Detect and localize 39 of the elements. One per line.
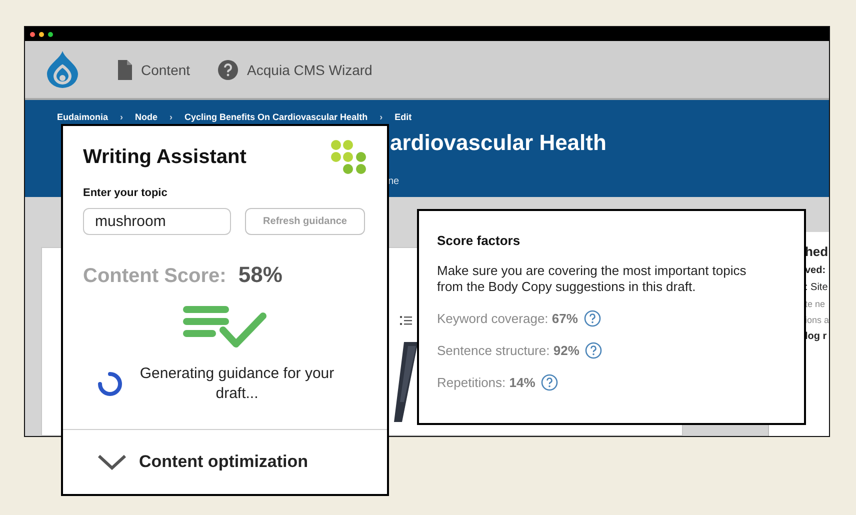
chevron-down-icon[interactable]	[97, 454, 127, 470]
sidebar-text: hed	[804, 244, 829, 259]
breadcrumb-link[interactable]: Edit	[394, 112, 412, 123]
factor-text: Repetitions: 14%	[437, 375, 536, 390]
factor-text: Keyword coverage: 67%	[437, 311, 578, 326]
score-label: Content Score:	[83, 265, 226, 288]
sidebar-text: : Site	[804, 282, 829, 293]
topic-label: Enter your topic	[83, 187, 168, 199]
checklist-icon	[183, 306, 267, 350]
page-title: ardiovascular Health	[390, 130, 606, 156]
breadcrumb-separator: ›	[380, 112, 383, 123]
topic-field[interactable]: mushroom	[83, 208, 231, 235]
help-icon[interactable]	[585, 342, 602, 359]
score-value: 58%	[238, 262, 282, 288]
breadcrumb-separator: ›	[120, 112, 124, 123]
spinner-icon	[97, 371, 123, 397]
document-icon	[118, 60, 132, 80]
status-text: Generating guidance for your draft...	[138, 364, 336, 404]
help-icon[interactable]	[584, 310, 601, 327]
list-icon[interactable]	[400, 316, 412, 326]
minimize-dot[interactable]	[39, 32, 44, 36]
close-dot[interactable]	[30, 32, 35, 36]
popup-title: Score factors	[437, 233, 522, 248]
breadcrumb-link[interactable]: Eudaimonia	[57, 112, 108, 123]
maximize-dot[interactable]	[48, 32, 53, 36]
popup-description: Make sure you are covering the most important topics from the Body Copy suggestions in this draft.	[437, 263, 748, 295]
nav-link[interactable]: Content	[118, 60, 190, 80]
breadcrumb-link[interactable]: Node	[135, 112, 158, 123]
factor-text: Sentence structure: 92%	[437, 343, 580, 358]
help-icon[interactable]	[541, 374, 558, 391]
section-title[interactable]: Content optimization	[139, 452, 308, 472]
panel-title: Writing Assistant	[83, 146, 246, 169]
breadcrumb-link[interactable]: Cycling Benefits On Cardiovascular Health	[184, 112, 368, 123]
dots-logo-icon	[331, 140, 367, 175]
nav-link[interactable]: Acquia CMS Wizard	[218, 60, 372, 80]
breadcrumb-separator: ›	[170, 112, 173, 123]
drop-logo-icon[interactable]	[47, 51, 78, 88]
sidebar-text: ved:	[804, 265, 827, 276]
help-icon	[218, 60, 238, 80]
